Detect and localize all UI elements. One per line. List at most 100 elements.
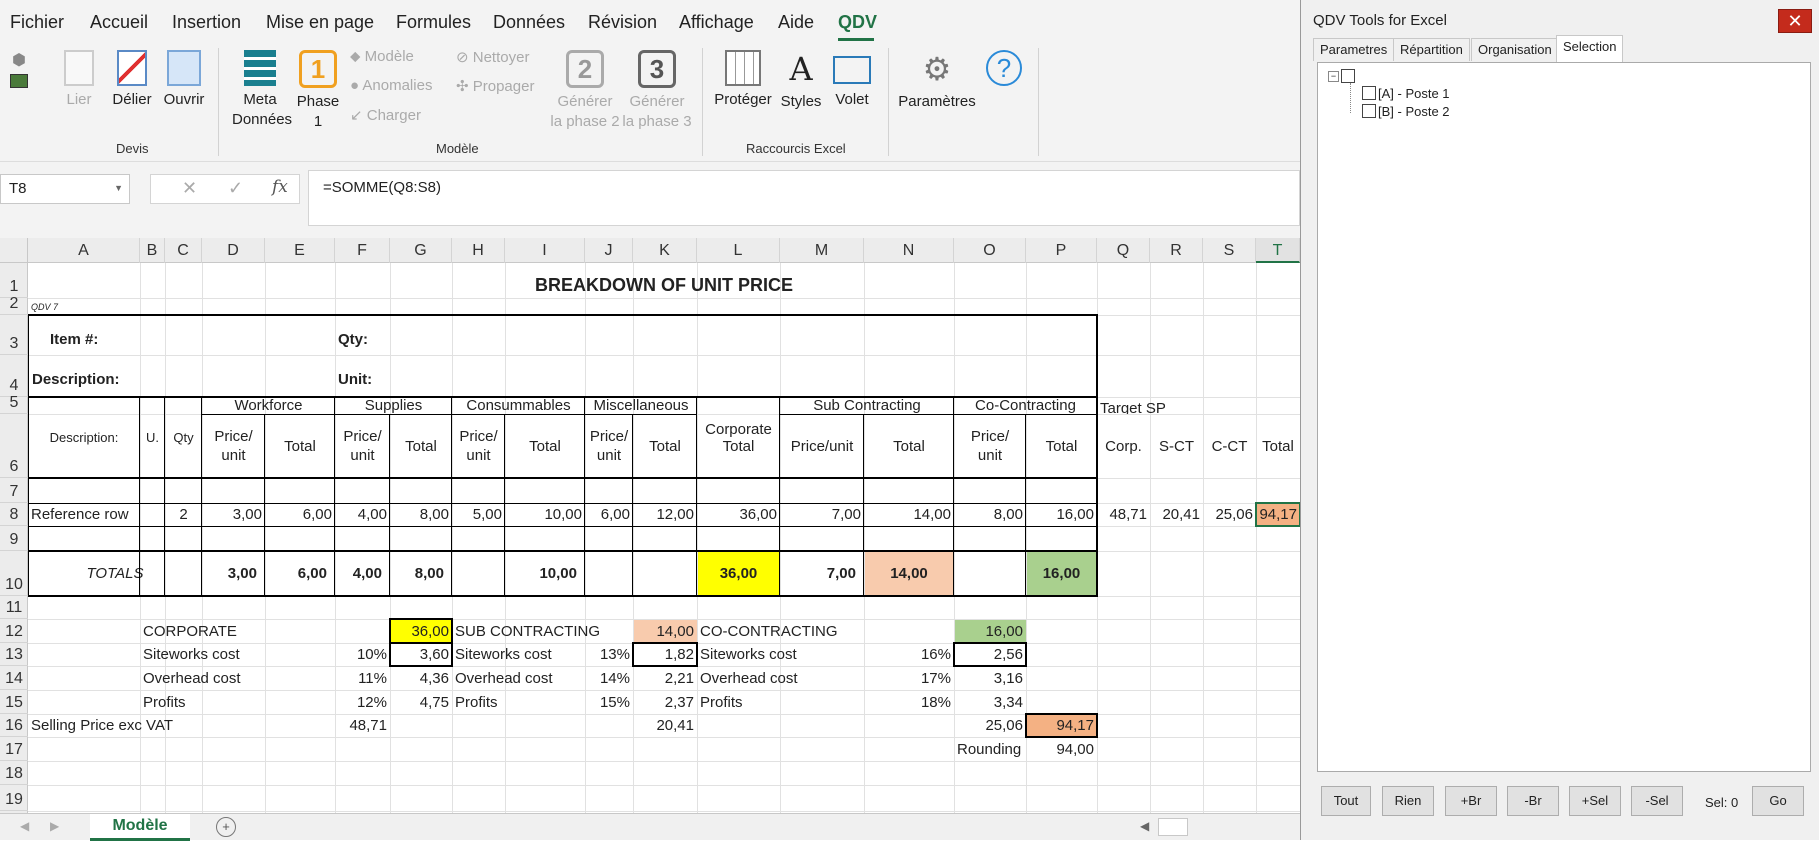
sct-header[interactable]: S-CT — [1150, 414, 1203, 478]
co-summary-label[interactable]: CO-CONTRACTING — [697, 619, 954, 643]
parametres-button[interactable]: ⚙ Paramètres — [898, 50, 976, 112]
generer-phase3-button[interactable]: 3 Générer la phase 3 — [622, 50, 692, 132]
qty-label[interactable]: Qty: — [335, 315, 452, 355]
totals-cell-l[interactable]: 36,00 — [697, 551, 780, 596]
corp-header[interactable]: Corp. — [1097, 414, 1150, 478]
tree-item-poste1[interactable]: [A] - Poste 1 — [1378, 86, 1450, 101]
formula-input[interactable]: =SOMME(Q8:S8) — [308, 170, 1300, 226]
row-header-5[interactable]: 5 — [0, 395, 28, 414]
col-qty-header[interactable]: Qty — [165, 397, 202, 478]
menu-affichage[interactable]: Affichage — [679, 12, 754, 33]
row8-cell-i[interactable]: 10,00 — [505, 503, 585, 526]
go-button[interactable]: Go — [1752, 786, 1804, 816]
corp-siteworks-val[interactable]: 3,60 — [390, 643, 452, 666]
row-header-13[interactable]: 13 — [0, 643, 28, 666]
column-header-o[interactable]: O — [954, 238, 1026, 263]
anomalies-button[interactable]: ● Anomalies — [350, 77, 432, 94]
column-header-g[interactable]: G — [390, 238, 452, 263]
col-description-header[interactable]: Description: — [28, 397, 140, 478]
col-unit-header[interactable]: U. — [140, 397, 165, 478]
supplies-header[interactable]: Supplies — [335, 397, 452, 414]
worksheet-grid[interactable]: BREAKDOWN OF UNIT PRICE QDV 7 Item #: Qty: D… — [28, 263, 1300, 813]
menu-aide[interactable]: Aide — [778, 12, 814, 33]
column-header-h[interactable]: H — [452, 238, 505, 263]
column-header-c[interactable]: C — [165, 238, 202, 263]
row8-cell-q[interactable]: 48,71 — [1097, 503, 1150, 526]
menu-donnees[interactable]: Données — [493, 12, 565, 33]
tree-item-poste2[interactable]: [B] - Poste 2 — [1378, 104, 1450, 119]
sheet-tab-modele[interactable]: Modèle — [90, 814, 190, 841]
row8-cell-s[interactable]: 25,06 — [1203, 503, 1256, 526]
summary-label-site[interactable]: Siteworks cost — [140, 643, 335, 666]
tree-root-checkbox[interactable] — [1341, 69, 1355, 83]
row-header-6[interactable]: 6 — [0, 414, 28, 478]
phase1-button[interactable]: 1 Phase 1 — [294, 50, 342, 132]
column-header-b[interactable]: B — [140, 238, 165, 263]
ouvrir-button[interactable]: Ouvrir — [162, 50, 206, 110]
corporate-total-header[interactable]: Corporate Total — [697, 397, 780, 478]
row-header-1[interactable]: 1 — [0, 263, 28, 298]
help-icon[interactable]: ? — [986, 50, 1022, 86]
minus-sel-button[interactable]: -Sel — [1631, 786, 1683, 816]
minus-br-button[interactable]: -Br — [1507, 786, 1559, 816]
corporate-summary-label[interactable]: CORPORATE — [140, 619, 335, 643]
corp-profits-pct[interactable]: 12% — [335, 690, 390, 714]
row8-cell-k[interactable]: 12,00 — [633, 503, 697, 526]
cancel-icon[interactable]: ✕ — [182, 178, 197, 199]
row8-cell-n[interactable]: 14,00 — [864, 503, 954, 526]
selling-total-value[interactable]: 94,17 — [1026, 714, 1097, 737]
collapse-icon[interactable]: − — [1328, 71, 1339, 82]
co-siteworks-pct[interactable]: 16% — [864, 643, 954, 666]
sub-contracting-header[interactable]: Sub Contracting — [780, 397, 954, 414]
rounding-value[interactable]: 94,00 — [1026, 737, 1097, 761]
price-unit-header[interactable]: Price/unit — [954, 414, 1026, 478]
scroll-right-icon[interactable]: ▶ — [50, 819, 59, 833]
confirm-icon[interactable]: ✓ — [228, 178, 243, 199]
name-box[interactable]: T8 ▼ — [0, 174, 130, 204]
plus-sel-button[interactable]: +Sel — [1569, 786, 1621, 816]
price-unit-header[interactable]: Price/unit — [202, 414, 265, 478]
corp-overhead-val[interactable]: 4,36 — [390, 666, 452, 690]
row-header-9[interactable]: 9 — [0, 526, 28, 551]
row8-cell-j[interactable]: 6,00 — [585, 503, 633, 526]
row8-cell-h[interactable]: 5,00 — [452, 503, 505, 526]
menu-qdv[interactable]: QDV — [838, 12, 877, 33]
column-header-s[interactable]: S — [1203, 238, 1256, 263]
co-contracting-header[interactable]: Co-Contracting — [954, 397, 1097, 414]
co-overhead-pct[interactable]: 17% — [864, 666, 954, 690]
total-header[interactable]: Total — [265, 414, 335, 478]
qdv-version-label[interactable]: QDV 7 — [28, 298, 202, 315]
row8-cell-r[interactable]: 20,41 — [1150, 503, 1203, 526]
total-header[interactable]: Total — [864, 414, 954, 478]
price-unit-header[interactable]: Price/unit — [585, 414, 633, 478]
item-label[interactable]: Item #: — [28, 315, 202, 355]
row-header-3[interactable]: 3 — [0, 315, 28, 355]
row-header-18[interactable]: 18 — [0, 761, 28, 785]
row8-cell-o[interactable]: 8,00 — [954, 503, 1026, 526]
sub-label-profits[interactable]: Profits — [452, 690, 585, 714]
menu-fichier[interactable]: Fichier — [10, 12, 64, 33]
tree-item-checkbox[interactable] — [1362, 104, 1376, 118]
sub-summary-label[interactable]: SUB CONTRACTING — [452, 619, 633, 643]
sub-profits-val[interactable]: 2,37 — [633, 690, 697, 714]
tab-parametres[interactable]: Parametres — [1313, 38, 1395, 61]
tab-selection[interactable]: Selection — [1556, 35, 1624, 62]
column-header-p[interactable]: P — [1026, 238, 1097, 263]
hscroll-thumb[interactable] — [1158, 818, 1188, 836]
summary-label-over[interactable]: Overhead cost — [140, 666, 335, 690]
sub-overhead-pct[interactable]: 14% — [585, 666, 633, 690]
unit-label[interactable]: Unit: — [335, 355, 452, 397]
row8-cell-e[interactable]: 6,00 — [265, 503, 335, 526]
column-header-l[interactable]: L — [697, 238, 780, 263]
totals-label[interactable]: TOTALS — [28, 551, 202, 596]
sub-siteworks-pct[interactable]: 13% — [585, 643, 633, 666]
co-label-over[interactable]: Overhead cost — [697, 666, 864, 690]
selling-corp-value[interactable]: 48,71 — [335, 714, 390, 737]
row-header-4[interactable]: 4 — [0, 355, 28, 397]
total-header[interactable]: Total — [390, 414, 452, 478]
price-unit-header[interactable]: Price/unit — [335, 414, 390, 478]
reference-row-label[interactable]: Reference row — [28, 503, 165, 526]
total-header[interactable]: Total — [505, 414, 585, 478]
totals-cell-e[interactable]: 6,00 — [265, 551, 335, 596]
row-header-8[interactable]: 8 — [0, 503, 28, 526]
